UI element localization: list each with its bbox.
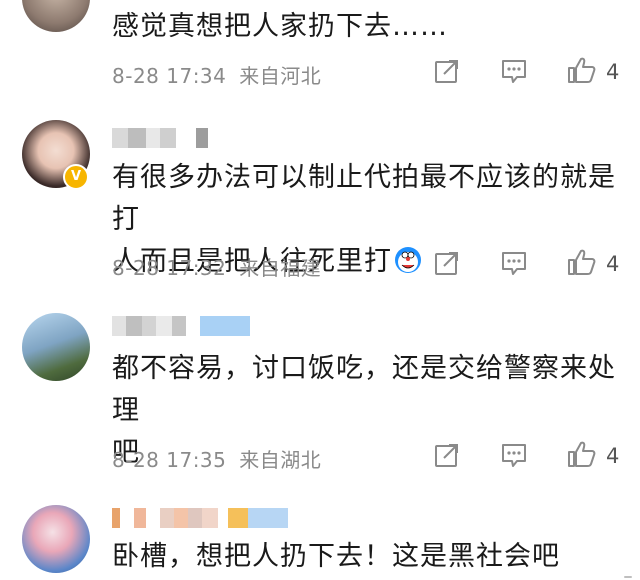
share-icon[interactable] xyxy=(434,250,460,276)
comment-time: 8-28 17:35 xyxy=(112,448,227,472)
like-count: 4 xyxy=(606,60,620,84)
comment-time: 8-28 17:34 xyxy=(112,64,227,88)
comment-meta: 8-28 17:32 来自福建 xyxy=(112,252,321,281)
verified-badge-icon: V xyxy=(63,164,89,190)
username-blurred[interactable] xyxy=(112,508,288,528)
thumbs-up-icon[interactable] xyxy=(567,248,597,276)
comment-text: 感觉真想把人家扔下去…… xyxy=(112,11,448,42)
comment-icon[interactable] xyxy=(500,442,528,468)
comment-meta: 8-28 17:34 来自河北 xyxy=(112,60,321,89)
share-icon[interactable] xyxy=(434,442,460,468)
like-count: 4 xyxy=(606,444,620,468)
thumbs-up-icon[interactable] xyxy=(567,440,597,468)
comment-location: 来自河北 xyxy=(239,64,322,88)
comment-location: 来自福建 xyxy=(239,256,322,280)
comment-time: 8-28 17:32 xyxy=(112,256,227,280)
comment-icon[interactable] xyxy=(500,250,528,276)
comment-location: 来自湖北 xyxy=(239,448,322,472)
comment-text-line-1: 有很多办法可以制止代拍最不应该的就是打 xyxy=(112,162,616,235)
username-blurred[interactable] xyxy=(112,128,208,148)
share-icon[interactable] xyxy=(434,58,460,84)
avatar[interactable] xyxy=(22,0,90,32)
avatar[interactable] xyxy=(22,505,90,573)
comment-meta: 8-28 17:35 来自湖北 xyxy=(112,444,321,473)
doraemon-emoji-icon xyxy=(394,245,422,273)
watermark xyxy=(624,576,632,578)
like-count: 4 xyxy=(606,252,620,276)
comment-text: 卧槽，想把人扔下去！这是黑社会吧 xyxy=(112,541,560,572)
comment-text-line-1: 都不容易，讨口饭吃，还是交给警察来处理 xyxy=(112,353,616,426)
comment-icon[interactable] xyxy=(500,58,528,84)
username-blurred[interactable] xyxy=(112,316,250,336)
thumbs-up-icon[interactable] xyxy=(567,56,597,84)
avatar[interactable] xyxy=(22,313,90,381)
